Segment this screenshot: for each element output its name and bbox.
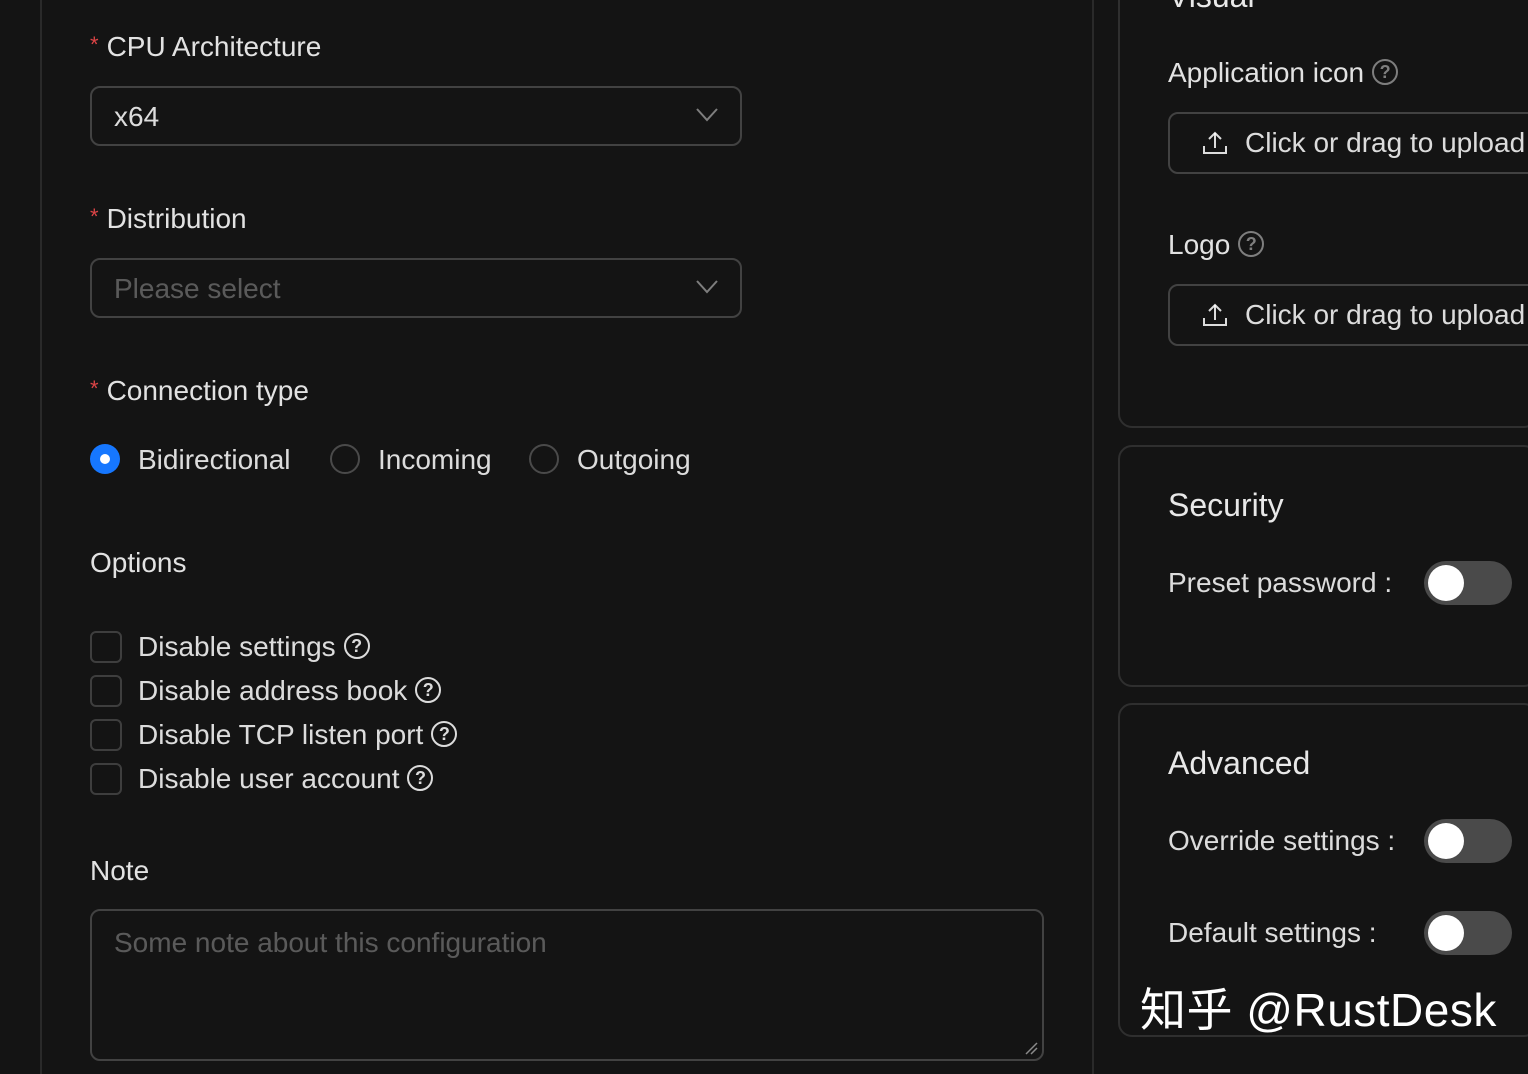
checkbox-label: Disable settings? (138, 630, 370, 664)
checkbox-label: Disable user account? (138, 762, 434, 796)
logo-label-text: Logo (1168, 229, 1231, 260)
chevron-down-icon (696, 280, 718, 294)
checkbox[interactable] (90, 631, 122, 663)
chevron-down-icon (696, 108, 718, 122)
cpu-architecture-label: * CPU Architecture (90, 31, 321, 65)
advanced-title: Advanced (1168, 745, 1311, 781)
connection-type-label: * Connection type (90, 375, 309, 409)
override-settings-switch[interactable] (1424, 819, 1512, 863)
checkbox-label-text: Disable settings (138, 631, 336, 662)
default-settings-label: Default settings : (1168, 917, 1377, 948)
cpu-architecture-label-text: CPU Architecture (106, 31, 322, 62)
checkbox-label-text: Disable TCP listen port (138, 719, 424, 750)
note-textarea[interactable]: Some note about this configuration (90, 909, 1044, 1061)
resize-handle-icon[interactable] (1024, 1041, 1038, 1055)
column-divider (1092, 0, 1094, 1074)
application-icon-upload-button[interactable]: Click or drag to upload (1168, 112, 1528, 174)
options-label: Options (90, 547, 187, 578)
upload-text: Click or drag to upload (1245, 127, 1526, 158)
checkbox[interactable] (90, 675, 122, 707)
question-circle-icon[interactable]: ? (1372, 58, 1399, 85)
checkbox-label-text: Disable user account (138, 763, 400, 794)
cpu-architecture-value: x64 (114, 101, 160, 132)
checkbox-label: Disable address book? (138, 674, 442, 708)
left-frame-border (40, 0, 42, 1074)
logo-label: Logo? (1168, 229, 1265, 261)
note-placeholder: Some note about this configuration (114, 927, 547, 958)
distribution-label-text: Distribution (106, 203, 247, 234)
radio-circle[interactable] (529, 444, 559, 474)
required-mark: * (90, 204, 99, 229)
question-circle-icon[interactable]: ? (343, 632, 370, 659)
security-title: Security (1168, 487, 1284, 523)
radio-label: Bidirectional (138, 444, 291, 475)
upload-text: Click or drag to upload (1245, 299, 1526, 330)
question-circle-icon[interactable]: ? (407, 764, 434, 791)
upload-icon (1203, 131, 1227, 154)
radio-circle[interactable] (330, 444, 360, 474)
required-mark: * (90, 32, 99, 57)
default-settings-switch[interactable] (1424, 911, 1512, 955)
distribution-label: * Distribution (90, 203, 247, 237)
question-circle-icon[interactable]: ? (1238, 230, 1265, 257)
question-circle-icon[interactable]: ? (431, 720, 458, 747)
radio-label: Outgoing (577, 444, 691, 475)
checkbox[interactable] (90, 763, 122, 795)
preset-password-label: Preset password : (1168, 567, 1393, 598)
watermark-text: 知乎 @RustDesk (1140, 984, 1497, 1036)
visual-title: Visual (1168, 0, 1255, 14)
radio-circle[interactable] (90, 444, 120, 474)
preset-password-switch[interactable] (1424, 561, 1512, 605)
distribution-select[interactable]: Please select (90, 258, 742, 318)
application-icon-label-text: Application icon (1168, 57, 1365, 88)
distribution-placeholder: Please select (114, 273, 281, 304)
note-label: Note (90, 855, 150, 886)
override-settings-label: Override settings : (1168, 825, 1396, 856)
cpu-architecture-select[interactable]: x64 (90, 86, 742, 146)
upload-icon (1203, 303, 1227, 326)
checkbox[interactable] (90, 719, 122, 751)
logo-upload-button[interactable]: Click or drag to upload (1168, 284, 1528, 346)
question-circle-icon[interactable]: ? (415, 676, 442, 703)
required-mark: * (90, 376, 99, 401)
application-icon-label: Application icon? (1168, 57, 1399, 89)
checkbox-label-text: Disable address book (138, 675, 408, 706)
connection-type-label-text: Connection type (106, 375, 309, 406)
radio-label: Incoming (378, 444, 492, 475)
config-page: * CPU Architecture x64 * Distribution Plea… (0, 0, 1528, 1074)
checkbox-label: Disable TCP listen port? (138, 718, 458, 752)
